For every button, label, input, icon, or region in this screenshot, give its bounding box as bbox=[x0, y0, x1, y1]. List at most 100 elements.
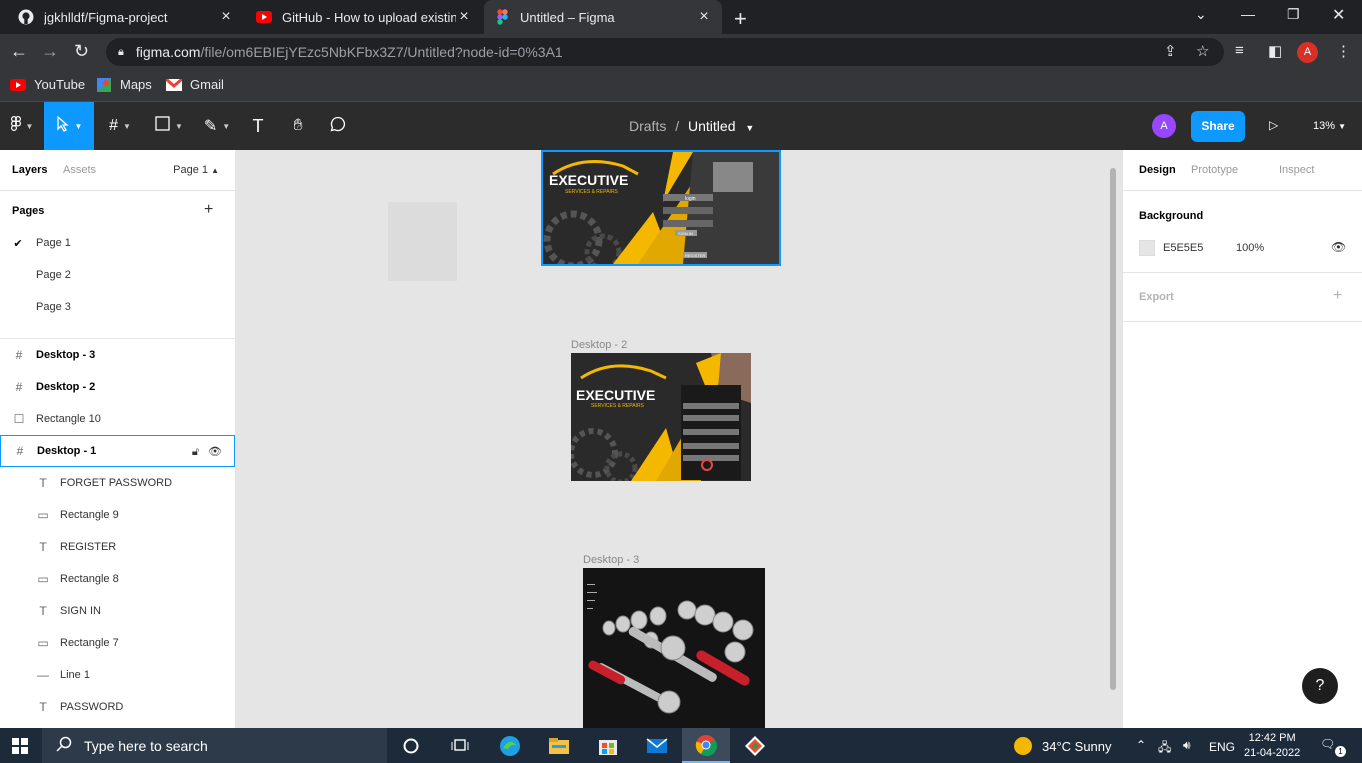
layer-rectangle-10[interactable]: ☐ Rectangle 10 bbox=[0, 403, 235, 435]
text-t-icon: T bbox=[39, 476, 47, 490]
add-export-icon[interactable]: + bbox=[1333, 287, 1342, 305]
canvas-vertical-scrollbar[interactable] bbox=[1110, 168, 1116, 690]
frame-desktop-1[interactable]: EXECUTIVE SERVICES & REPAIRS login SIGN … bbox=[541, 150, 781, 266]
reload-icon[interactable]: ↻ bbox=[74, 41, 89, 62]
layer-line-1[interactable]: — Line 1 bbox=[0, 659, 235, 691]
notification-center-icon[interactable]: 🗨︎ bbox=[1320, 737, 1335, 751]
back-icon[interactable]: ← bbox=[10, 41, 28, 62]
tab-layers[interactable]: Layers bbox=[12, 164, 47, 176]
frame-desktop-2[interactable]: EXECUTIVE SERVICES & REPAIRS bbox=[571, 353, 751, 481]
page-label: Page 3 bbox=[36, 301, 71, 313]
present-play-icon[interactable]: ▷ bbox=[1269, 118, 1278, 132]
layer-desktop-3[interactable]: # Desktop - 3 bbox=[0, 339, 235, 371]
frame-label-desktop-2[interactable]: Desktop - 2 bbox=[571, 339, 627, 351]
layer-desktop-1[interactable]: # Desktop - 1 🔓︎ 👁︎ bbox=[0, 435, 235, 467]
share-button[interactable]: Share bbox=[1191, 111, 1245, 142]
bookmark-star-icon[interactable]: ☆ bbox=[1196, 42, 1209, 60]
clock[interactable]: 12:42 PM 21-04-2022 bbox=[1244, 731, 1300, 761]
tab-design[interactable]: Design bbox=[1139, 164, 1176, 176]
page-selector[interactable]: Page 1 ▲ bbox=[173, 164, 219, 176]
background-color-swatch[interactable] bbox=[1139, 240, 1155, 256]
window-close-icon[interactable]: ✕ bbox=[1332, 5, 1345, 25]
close-tab-icon[interactable]: × bbox=[218, 8, 234, 26]
shape-tool-button[interactable]: ▼ bbox=[148, 102, 190, 150]
help-button[interactable]: ? bbox=[1302, 668, 1338, 704]
zoom-dropdown[interactable]: 13% ▼ bbox=[1313, 120, 1346, 132]
tab-figma[interactable]: Untitled – Figma × bbox=[484, 0, 722, 34]
weather-widget[interactable]: 34°C Sunny bbox=[1014, 737, 1112, 755]
figma-icon bbox=[494, 9, 510, 25]
new-tab-icon[interactable]: + bbox=[734, 6, 747, 32]
rectangle-10-shape[interactable] bbox=[388, 202, 457, 281]
side-panel-icon[interactable]: ◧ bbox=[1268, 42, 1282, 60]
move-tool-button[interactable]: ▼ bbox=[44, 102, 94, 150]
bookmark-maps[interactable]: Maps bbox=[96, 77, 152, 92]
show-hidden-icons-icon[interactable]: ⌃ bbox=[1136, 738, 1146, 752]
tab-inspect[interactable]: Inspect bbox=[1279, 164, 1314, 176]
breadcrumb-drafts[interactable]: Drafts bbox=[629, 118, 666, 134]
layer-name: Line 1 bbox=[60, 669, 90, 681]
design-canvas[interactable]: EXECUTIVE SERVICES & REPAIRS login SIGN … bbox=[236, 150, 1122, 728]
layer-rectangle-8[interactable]: ▭ Rectangle 8 bbox=[0, 563, 235, 595]
bookmark-youtube[interactable]: YouTube bbox=[10, 77, 85, 92]
pen-tool-button[interactable]: ✎ ▼ bbox=[196, 102, 238, 150]
edge-icon[interactable] bbox=[486, 728, 534, 763]
page-item-1[interactable]: ✔ Page 1 bbox=[0, 227, 235, 259]
layer-forget-password[interactable]: T FORGET PASSWORD bbox=[0, 467, 235, 499]
file-name[interactable]: Untitled bbox=[688, 118, 735, 134]
windows-start-icon[interactable] bbox=[12, 738, 28, 754]
tab-search-icon[interactable]: ⌄ bbox=[1195, 6, 1207, 23]
layer-password[interactable]: T PASSWORD bbox=[0, 691, 235, 723]
task-view-icon[interactable] bbox=[436, 728, 484, 763]
profile-avatar[interactable]: A bbox=[1297, 42, 1318, 63]
media-control-icon[interactable]: ≡ bbox=[1235, 42, 1244, 59]
bookmark-gmail[interactable]: Gmail bbox=[166, 77, 224, 92]
collaborator-avatar[interactable]: A bbox=[1152, 114, 1176, 138]
layer-rectangle-7[interactable]: ▭ Rectangle 7 bbox=[0, 627, 235, 659]
tab-assets[interactable]: Assets bbox=[63, 164, 96, 176]
layer-rectangle-9[interactable]: ▭ Rectangle 9 bbox=[0, 499, 235, 531]
address-bar[interactable]: 🔒︎ figma.com /file/om6EBIEjYEzc5NbKFbx3Z… bbox=[106, 38, 1224, 66]
comment-tool-button[interactable] bbox=[324, 102, 352, 150]
layer-sign-in[interactable]: T SIGN IN bbox=[0, 595, 235, 627]
tab-github-repo[interactable]: jgkhlldf/Figma-project × bbox=[8, 0, 244, 34]
share-page-icon[interactable]: ⇪ bbox=[1164, 42, 1177, 60]
main-menu-button[interactable]: ▼ bbox=[0, 102, 44, 150]
git-app-icon[interactable] bbox=[731, 728, 779, 763]
microsoft-store-icon[interactable] bbox=[584, 728, 632, 763]
hand-tool-button[interactable]: ✋︎ bbox=[284, 102, 312, 150]
page-item-3[interactable]: Page 3 bbox=[0, 291, 235, 323]
background-hex-input[interactable]: E5E5E5 bbox=[1163, 242, 1203, 254]
layer-register[interactable]: T REGISTER bbox=[0, 531, 235, 563]
frame-tool-button[interactable]: # ▼ bbox=[100, 102, 140, 150]
minimize-icon[interactable]: — bbox=[1241, 6, 1255, 22]
chrome-icon[interactable] bbox=[682, 728, 730, 763]
breadcrumb-separator: / bbox=[675, 118, 680, 134]
taskbar-search-box[interactable]: Type here to search bbox=[42, 728, 387, 763]
close-tab-icon[interactable]: × bbox=[456, 8, 472, 26]
background-opacity-input[interactable]: 100% bbox=[1236, 242, 1264, 254]
eye-icon[interactable]: 👁︎ bbox=[208, 446, 222, 458]
cortana-icon[interactable] bbox=[387, 728, 435, 763]
eye-icon[interactable]: 👁︎ bbox=[1331, 240, 1346, 254]
layer-desktop-2[interactable]: # Desktop - 2 bbox=[0, 371, 235, 403]
frame-label-desktop-3[interactable]: Desktop - 3 bbox=[583, 554, 639, 566]
network-icon[interactable]: 🖧︎ bbox=[1158, 738, 1171, 759]
unlock-icon[interactable]: 🔓︎ bbox=[192, 446, 199, 458]
tab-prototype[interactable]: Prototype bbox=[1191, 164, 1238, 176]
menu-kebab-icon[interactable]: ⋮ bbox=[1336, 42, 1351, 60]
add-page-icon[interactable]: + bbox=[204, 201, 213, 219]
tab-youtube[interactable]: GitHub - How to upload existing × bbox=[246, 0, 482, 34]
page-item-2[interactable]: Page 2 bbox=[0, 259, 235, 291]
mail-icon[interactable] bbox=[633, 728, 681, 763]
chevron-down-icon[interactable]: ▼ bbox=[745, 123, 754, 133]
close-tab-icon[interactable]: × bbox=[696, 8, 712, 26]
file-explorer-icon[interactable] bbox=[535, 728, 583, 763]
lock-icon: 🔒︎ bbox=[118, 45, 124, 58]
language-indicator[interactable]: ENG bbox=[1209, 740, 1235, 754]
restore-icon[interactable]: ❐ bbox=[1287, 6, 1300, 23]
frame-desktop-3[interactable] bbox=[583, 568, 765, 728]
forward-icon[interactable]: → bbox=[41, 41, 59, 62]
text-tool-button[interactable]: T bbox=[244, 102, 272, 150]
volume-icon[interactable]: 🔊︎ bbox=[1183, 738, 1191, 753]
